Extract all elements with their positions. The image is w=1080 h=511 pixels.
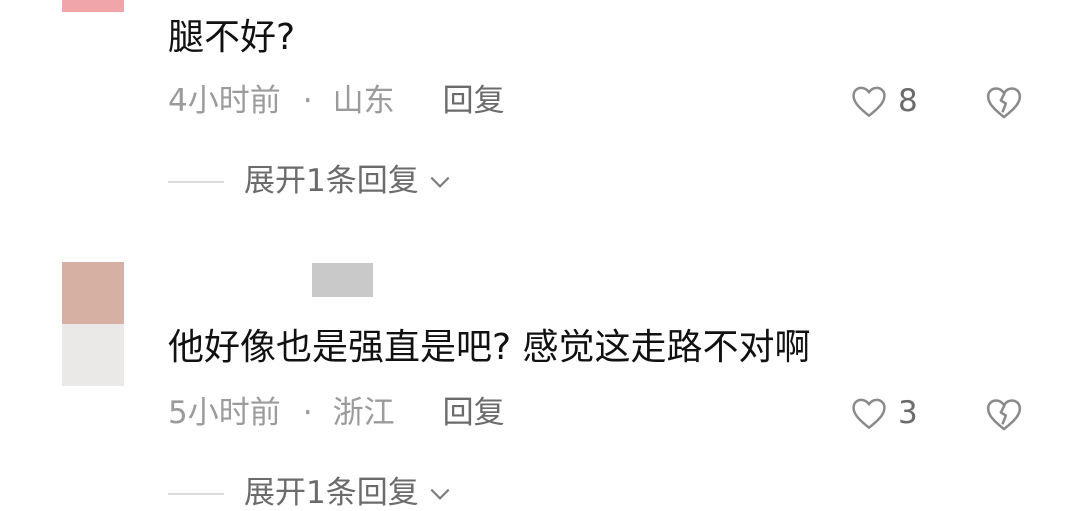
comment-location: 浙江 xyxy=(332,395,395,431)
meta-separator: · xyxy=(302,395,313,431)
like-button[interactable]: 8 xyxy=(850,84,918,118)
divider-line xyxy=(168,492,224,495)
expand-replies-button[interactable]: 展开1条回复 xyxy=(168,166,453,197)
reply-button[interactable]: 回复 xyxy=(443,398,505,429)
comment-meta: 4小时前 · 山东 回复 xyxy=(168,86,505,117)
like-button[interactable]: 3 xyxy=(850,396,918,430)
comment-location: 山东 xyxy=(332,83,395,119)
comment-meta: 5小时前 · 浙江 回复 xyxy=(168,398,505,429)
expand-replies-label: 展开1条回复 xyxy=(244,475,419,511)
heart-outline-icon xyxy=(852,86,886,117)
meta-separator: · xyxy=(302,83,313,119)
chevron-down-icon xyxy=(430,176,450,188)
username-blur xyxy=(312,263,373,297)
comment-text: 他好像也是强直是吧? 感觉这走路不对啊 xyxy=(168,327,811,368)
avatar[interactable] xyxy=(62,0,124,12)
broken-heart-icon[interactable] xyxy=(985,395,1023,433)
comment-time: 5小时前 xyxy=(168,395,281,431)
expand-replies-button[interactable]: 展开1条回复 xyxy=(168,478,453,509)
avatar[interactable] xyxy=(62,262,124,386)
broken-heart-icon[interactable] xyxy=(985,83,1023,121)
like-count: 8 xyxy=(898,82,918,119)
comment-time: 4小时前 xyxy=(168,83,281,119)
like-count: 3 xyxy=(898,394,918,431)
divider-line xyxy=(168,180,224,183)
reply-button[interactable]: 回复 xyxy=(443,86,505,117)
comment-text: 腿不好? xyxy=(168,17,296,58)
expand-replies-label: 展开1条回复 xyxy=(244,163,419,199)
heart-outline-icon xyxy=(852,398,886,429)
chevron-down-icon xyxy=(430,488,450,500)
